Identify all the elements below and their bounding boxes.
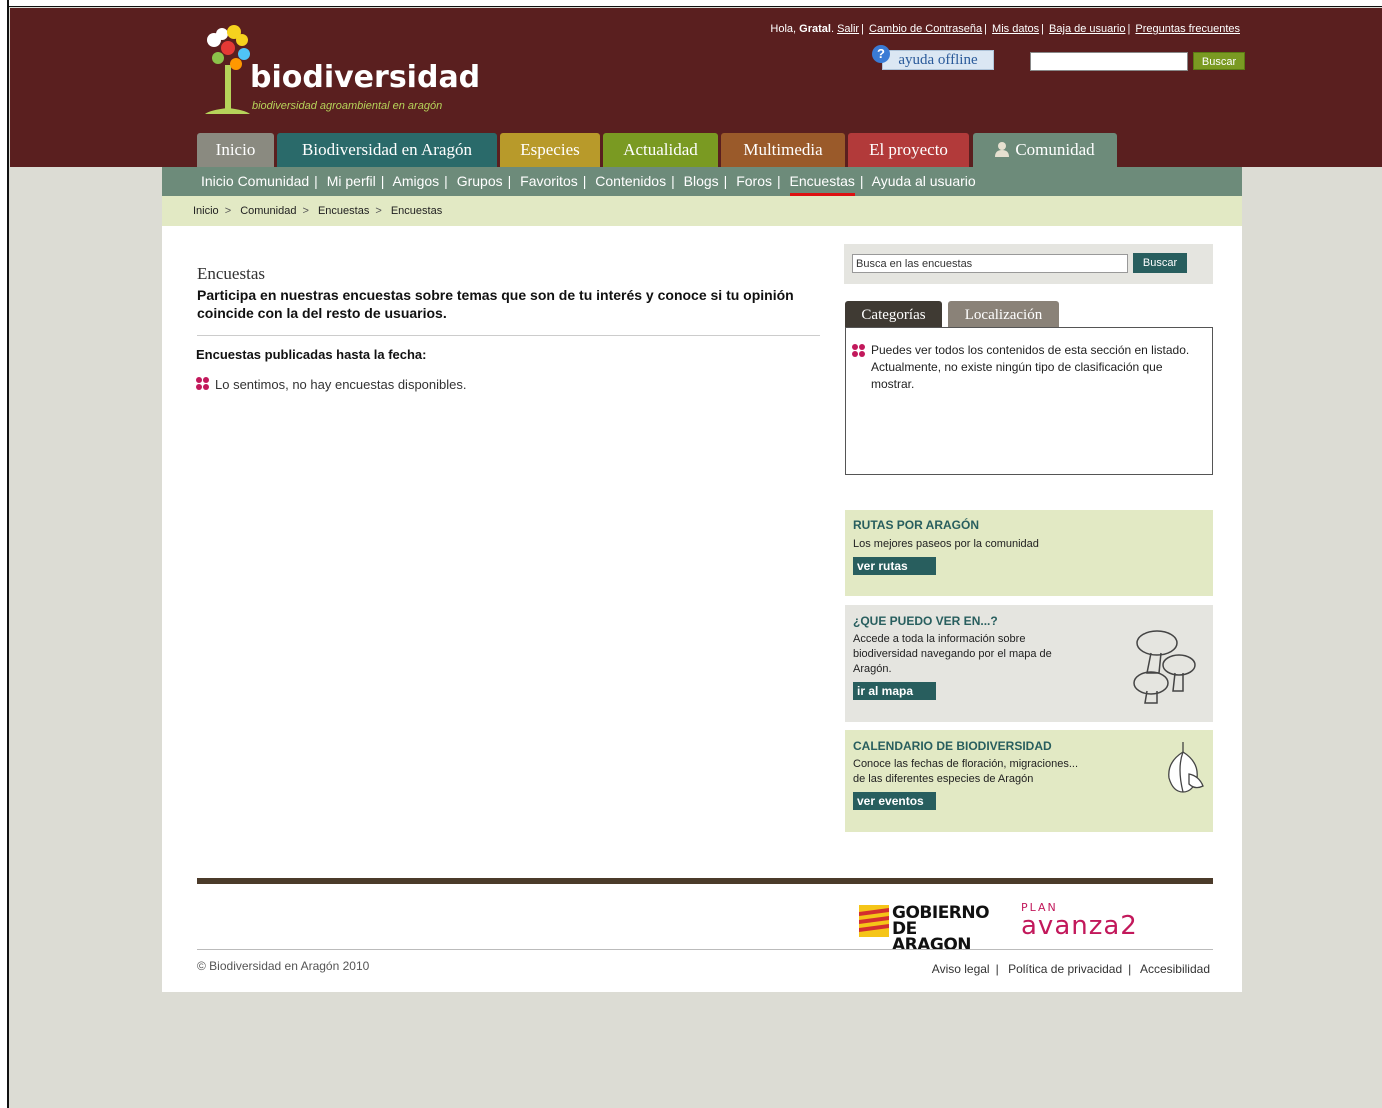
tab-inicio[interactable]: Inicio xyxy=(197,133,274,167)
tab-el-proyecto[interactable]: El proyecto xyxy=(848,133,969,167)
promo-description: Conoce las fechas de floración, migracio… xyxy=(853,758,1079,770)
window-frame-top xyxy=(0,0,1382,7)
tab-actualidad[interactable]: Actualidad xyxy=(603,133,718,167)
subnav-inicio-comunidad[interactable]: Inicio Comunidad xyxy=(201,173,309,189)
ver-eventos-button[interactable]: ver eventos xyxy=(853,792,936,810)
polls-search-box: Busca en las encuestas Buscar xyxy=(844,244,1213,284)
flower-bullet-icon xyxy=(196,377,210,391)
category-list-link[interactable]: Puedes ver todos los contenidos de esta … xyxy=(871,342,1202,359)
unsubscribe-link[interactable]: Baja de usuario xyxy=(1049,23,1125,35)
flower-bullet-icon xyxy=(852,344,866,358)
user-links: Hola, Gratal. Salir | Cambio de Contraseñ… xyxy=(770,23,1240,35)
aragon-flag-icon xyxy=(859,905,889,937)
mushroom-icon xyxy=(1133,630,1196,704)
promo-title: RUTAS POR ARAGÓN xyxy=(853,518,979,532)
logo-tagline: biodiversidad agroambiental en aragón xyxy=(252,100,443,112)
category-panel: Puedes ver todos los contenidos de esta … xyxy=(845,327,1213,475)
tab-label: Localización xyxy=(964,307,1043,323)
gobierno-aragon-logo[interactable]: GOBIERNO DE ARAGON xyxy=(859,905,999,954)
window-frame-left xyxy=(0,0,9,1108)
subnav-grupos[interactable]: Grupos xyxy=(457,173,503,189)
tab-label: Multimedia xyxy=(743,140,823,159)
page-title: Encuestas xyxy=(197,264,265,283)
tab-label: El proyecto xyxy=(869,140,948,159)
my-data-link[interactable]: Mis datos xyxy=(992,23,1039,35)
subnav-blogs[interactable]: Blogs xyxy=(684,173,719,189)
footer-links: Aviso legal | Política de privacidad | Acc… xyxy=(931,962,1210,976)
sponsor-logos: GOBIERNO DE ARAGON PLAN avanza2 xyxy=(859,901,1214,954)
promo-mapa: ¿QUE PUEDO VER EN...? Accede a toda la i… xyxy=(845,605,1213,722)
tab-biodiversidad[interactable]: Biodiversidad en Aragón xyxy=(277,133,497,167)
subnav-encuestas[interactable]: Encuestas xyxy=(789,173,855,196)
page-content: Encuestas Participa en nuestras encuesta… xyxy=(162,226,1242,992)
promo-description: Accede a toda la información sobre biodi… xyxy=(853,633,1052,675)
no-results-message: Lo sentimos, no hay encuestas disponible… xyxy=(196,377,467,392)
ver-rutas-button[interactable]: ver rutas xyxy=(853,557,936,575)
ir-al-mapa-button[interactable]: ir al mapa xyxy=(853,682,936,700)
aviso-legal-link[interactable]: Aviso legal xyxy=(932,962,990,976)
breadcrumb-item[interactable]: Encuestas xyxy=(318,205,369,217)
promo-calendario: CALENDARIO DE BIODIVERSIDAD Conoce las f… xyxy=(845,730,1213,832)
divider xyxy=(197,335,820,336)
breadcrumb-current: Encuestas xyxy=(390,205,443,217)
site-search-input[interactable] xyxy=(1030,52,1188,71)
tab-comunidad[interactable]: Comunidad xyxy=(973,133,1117,167)
breadcrumb: Inicio > Comunidad > Encuestas > Encuestas xyxy=(162,196,1242,226)
promo-description: de las diferentes especies de Aragón xyxy=(853,773,1034,785)
site-search-button[interactable]: Buscar xyxy=(1193,52,1245,70)
garlic-icon xyxy=(1168,742,1204,793)
offline-help-button[interactable]: ayuda offline ? xyxy=(868,45,994,71)
accessibility-link[interactable]: Accesibilidad xyxy=(1140,962,1210,976)
promo-description: Los mejores paseos por la comunidad xyxy=(853,538,1039,550)
change-password-link[interactable]: Cambio de Contraseña xyxy=(869,23,982,35)
copyright: © Biodiversidad en Aragón 2010 xyxy=(197,959,370,973)
polls-search-input[interactable]: Busca en las encuestas xyxy=(852,254,1128,273)
breadcrumb-item[interactable]: Comunidad xyxy=(240,205,296,217)
tab-multimedia[interactable]: Multimedia xyxy=(721,133,845,167)
help-question-icon: ? xyxy=(872,45,890,63)
user-name: Gratal xyxy=(799,23,831,35)
promo-rutas: RUTAS POR ARAGÓN Los mejores paseos por … xyxy=(845,510,1213,596)
tab-label: Inicio xyxy=(215,140,256,159)
tab-label: Biodiversidad en Aragón xyxy=(302,140,472,159)
plan-avanza-logo[interactable]: PLAN avanza2 xyxy=(1021,901,1211,941)
avanza-label: avanza2 xyxy=(1021,911,1138,941)
tab-localizacion[interactable]: Localización xyxy=(948,301,1059,327)
subnav-contenidos[interactable]: Contenidos xyxy=(595,173,666,189)
category-empty-text: Actualmente, no existe ningún tipo de cl… xyxy=(871,360,1163,391)
faq-link[interactable]: Preguntas frecuentes xyxy=(1135,23,1240,35)
promo-title: ¿QUE PUEDO VER EN...? xyxy=(853,614,998,628)
subnav-foros[interactable]: Foros xyxy=(736,173,772,189)
tab-label: Especies xyxy=(520,140,580,159)
subnav-mi-perfil[interactable]: Mi perfil xyxy=(327,173,376,189)
community-subnav: Inicio Comunidad | Mi perfil | Amigos | Gru… xyxy=(162,167,1242,196)
tab-label: Categorías xyxy=(861,307,926,323)
tab-categorias[interactable]: Categorías xyxy=(845,301,942,327)
user-icon xyxy=(995,142,1010,157)
page-intro: Participa en nuestras encuestas sobre te… xyxy=(197,287,794,321)
no-results-text: Lo sentimos, no hay encuestas disponible… xyxy=(215,377,467,392)
subnav-amigos[interactable]: Amigos xyxy=(392,173,439,189)
privacy-link[interactable]: Política de privacidad xyxy=(1008,962,1122,976)
tab-especies[interactable]: Especies xyxy=(500,133,600,167)
tab-label: Actualidad xyxy=(623,140,698,159)
breadcrumb-item[interactable]: Inicio xyxy=(193,205,219,217)
greeting-prefix: Hola, xyxy=(770,23,797,35)
tab-label: Comunidad xyxy=(1015,140,1095,159)
site-logo[interactable]: biodiversidad biodiversidad agroambienta… xyxy=(200,20,480,120)
promo-title: CALENDARIO DE BIODIVERSIDAD xyxy=(853,739,1052,753)
footer-bar xyxy=(197,878,1213,884)
published-heading: Encuestas publicadas hasta la fecha: xyxy=(196,347,427,362)
footer-divider xyxy=(197,949,1213,950)
logo-wordmark: biodiversidad xyxy=(250,60,481,95)
offline-help-label: ayuda offline xyxy=(882,50,994,70)
logout-link[interactable]: Salir xyxy=(837,23,859,35)
polls-search-button[interactable]: Buscar xyxy=(1133,253,1187,273)
subnav-favoritos[interactable]: Favoritos xyxy=(520,173,578,189)
subnav-ayuda-usuario[interactable]: Ayuda al usuario xyxy=(872,173,976,189)
